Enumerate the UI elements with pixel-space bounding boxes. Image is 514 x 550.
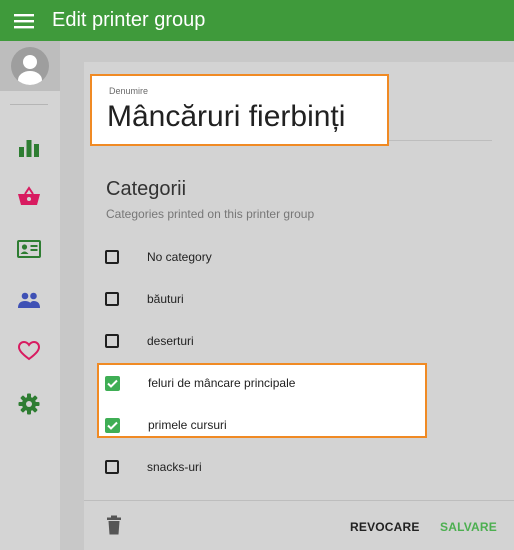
- category-item[interactable]: feluri de mâncare principale: [105, 372, 405, 394]
- checkbox[interactable]: [105, 250, 119, 264]
- trash-icon: [107, 515, 121, 535]
- category-item[interactable]: primele cursuri: [105, 414, 405, 436]
- app-bar: Edit printer group: [0, 0, 514, 41]
- sidebar-item-users[interactable]: [16, 287, 42, 313]
- checkbox-checked[interactable]: [105, 375, 120, 391]
- sidebar-item-customers[interactable]: [16, 236, 42, 262]
- category-label: primele cursuri: [148, 418, 227, 432]
- page-title: Edit printer group: [52, 9, 206, 31]
- gear-icon: [18, 393, 40, 415]
- category-item[interactable]: băuturi: [105, 288, 405, 310]
- checkbox[interactable]: [105, 460, 119, 474]
- sidebar-item-orders[interactable]: [16, 183, 42, 209]
- user-icon: [18, 55, 42, 85]
- card-footer-divider: [84, 500, 514, 501]
- sidebar-item-favorites[interactable]: [16, 338, 42, 364]
- sidebar-divider: [10, 104, 48, 105]
- categories-title: Categorii: [106, 178, 187, 200]
- account-avatar-button[interactable]: [0, 41, 60, 91]
- category-label: snacks-uri: [147, 460, 202, 474]
- categories-subtitle: Categories printed on this printer group: [106, 207, 315, 221]
- cancel-button[interactable]: REVOCARE: [350, 520, 420, 534]
- name-field[interactable]: Denumire Mâncăruri fierbinți: [90, 74, 389, 146]
- checkmark-icon: [107, 421, 118, 430]
- category-label: feluri de mâncare principale: [148, 376, 296, 390]
- delete-button[interactable]: [106, 515, 122, 535]
- basket-icon: [18, 186, 40, 205]
- sidebar-item-settings[interactable]: [16, 391, 42, 417]
- people-icon: [18, 292, 40, 308]
- sidebar: [0, 41, 60, 550]
- hamburger-menu-icon: [14, 13, 34, 28]
- category-item[interactable]: No category: [105, 246, 405, 268]
- checkbox-checked[interactable]: [105, 417, 120, 433]
- contact-card-icon: [17, 240, 41, 258]
- menu-button[interactable]: [0, 0, 48, 41]
- heart-icon: [18, 341, 40, 361]
- save-button[interactable]: SALVARE: [440, 520, 497, 534]
- category-label: deserturi: [147, 334, 194, 348]
- checkmark-icon: [107, 379, 118, 388]
- avatar: [11, 47, 49, 85]
- sidebar-item-statistics[interactable]: [16, 134, 42, 160]
- category-item[interactable]: snacks-uri: [105, 456, 405, 478]
- name-field-label: Denumire: [109, 86, 149, 96]
- bar-chart-icon: [19, 140, 39, 157]
- name-field-value[interactable]: Mâncăruri fierbinți: [107, 100, 345, 134]
- category-item[interactable]: deserturi: [105, 330, 405, 352]
- category-label: băuturi: [147, 292, 184, 306]
- checkbox[interactable]: [105, 292, 119, 306]
- checkbox[interactable]: [105, 334, 119, 348]
- category-label: No category: [147, 250, 212, 264]
